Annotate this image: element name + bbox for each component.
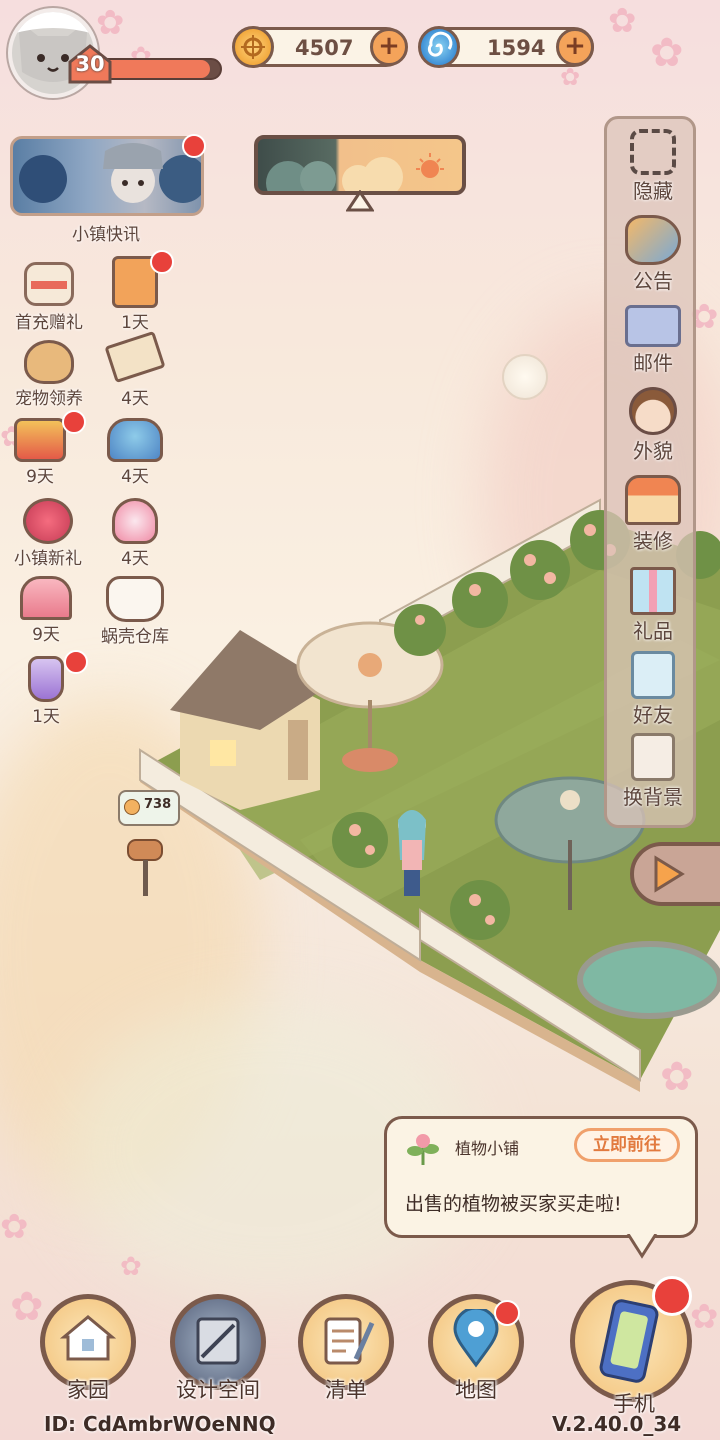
map-pin-icon: [453, 1309, 499, 1368]
event-label: 首充赠礼: [15, 313, 83, 333]
notice-title: 植物小铺: [455, 1139, 520, 1158]
event-label: 小镇新礼: [14, 549, 82, 569]
level-badge: 30: [66, 44, 114, 84]
mailbox-icon[interactable]: [124, 834, 168, 900]
side-label: 邮件: [633, 351, 673, 375]
coin-small-icon: [124, 799, 140, 815]
side-hide[interactable]: 隐藏: [607, 129, 699, 204]
expand-arrow-button[interactable]: [630, 842, 720, 906]
event-pink-bow[interactable]: 9天: [4, 576, 88, 645]
mailbox-count: 738: [144, 797, 172, 812]
event-label: 4天: [121, 389, 149, 409]
event-label: 1天: [121, 313, 149, 333]
home-icon: [59, 1315, 117, 1361]
mailbox-count-bubble[interactable]: 738: [118, 790, 180, 826]
level-number: 30: [75, 52, 105, 76]
sprout-flower-icon: [407, 1134, 439, 1165]
light-orb[interactable]: [502, 354, 548, 400]
bugle-horn-icon: [14, 418, 66, 462]
event-label: 宠物领养: [15, 389, 83, 409]
gift-box-icon: [630, 567, 676, 615]
event-label: 1天: [32, 707, 60, 727]
side-mail[interactable]: 邮件: [607, 305, 699, 376]
notice-pointer-icon: [626, 1234, 658, 1259]
gift-letter-icon: [24, 262, 74, 306]
add-shells-button[interactable]: +: [556, 28, 594, 66]
dog-face-icon: [24, 340, 74, 384]
event-label: 9天: [26, 467, 54, 487]
background-change-icon: [631, 733, 675, 781]
design-ruler-icon: [196, 1317, 240, 1365]
nav-label: 地图: [455, 1378, 497, 1402]
event-alert-badge: [150, 250, 174, 274]
potion-bottle-icon: [28, 656, 64, 702]
side-decorate[interactable]: 装修: [607, 475, 699, 554]
flower-cake-icon: [107, 418, 163, 462]
phone-alert-badge: [652, 1276, 692, 1316]
side-label: 礼品: [633, 619, 673, 643]
megaphone-icon: [625, 215, 681, 265]
house-wrench-icon: [625, 475, 681, 525]
xp-fill: [98, 60, 211, 78]
side-label: 换背景: [623, 785, 683, 809]
go-now-button[interactable]: 立即前往: [574, 1128, 680, 1162]
xp-bar: [96, 58, 222, 80]
play-arrow-icon: [654, 855, 685, 893]
spiral-shell-icon: [418, 26, 460, 68]
side-gifts[interactable]: 礼品: [607, 567, 699, 644]
face-icon: [629, 387, 677, 435]
hide-frame-icon: [630, 129, 676, 175]
nav-label: 家园: [67, 1378, 109, 1402]
weather-widget[interactable]: [254, 135, 466, 195]
side-label: 好友: [633, 703, 673, 727]
coin-icon: [232, 26, 274, 68]
news-alert-badge: [182, 134, 206, 158]
side-label: 公告: [633, 269, 673, 293]
event-first-charge[interactable]: 首充赠礼: [4, 262, 94, 333]
event-letter[interactable]: 4天: [90, 330, 180, 409]
news-label: 小镇快讯: [72, 225, 140, 245]
version-text: V.2.40.0_34: [552, 1412, 682, 1436]
player-id: ID: CdAmbrWOeNNQ: [44, 1412, 276, 1436]
side-announcement[interactable]: 公告: [607, 215, 699, 294]
side-label: 装修: [633, 529, 673, 553]
pink-bow-icon: [20, 576, 72, 620]
notice-message: 出售的植物被买家买走啦!: [405, 1193, 622, 1215]
event-label: 9天: [32, 625, 60, 645]
letter-quill-icon: [104, 330, 166, 384]
coin-value: 4507: [295, 36, 354, 60]
event-alert-badge: [62, 410, 86, 434]
rose-badge-icon: [23, 498, 73, 544]
nav-label: 设计空间: [176, 1378, 260, 1402]
event-alert-badge: [64, 650, 88, 674]
event-pet-adopt[interactable]: 宠物领养: [4, 340, 94, 409]
side-friends[interactable]: 好友: [607, 651, 699, 728]
friend-book-icon: [631, 651, 675, 699]
news-illustration-icon: [19, 143, 201, 203]
side-change-background[interactable]: 换背景: [607, 733, 699, 810]
list-quill-icon: [324, 1317, 375, 1365]
side-label: 隐藏: [633, 179, 673, 203]
add-coins-button[interactable]: +: [370, 28, 408, 66]
side-appearance[interactable]: 外貌: [607, 387, 699, 464]
pond: [577, 941, 720, 1019]
nav-label: 清单: [325, 1378, 367, 1402]
mail-icon: [625, 305, 681, 347]
cloud-sun-icon: [266, 153, 444, 191]
event-town-gift[interactable]: 小镇新礼: [0, 498, 96, 569]
weather-pointer-icon: [346, 190, 374, 212]
map-alert-badge: [494, 1300, 520, 1326]
side-menu-panel: 隐藏 公告 邮件 外貌 装修 礼品 好友 换背景: [604, 116, 696, 828]
side-label: 外貌: [633, 439, 673, 463]
town-news-card[interactable]: [10, 136, 204, 216]
shell-value: 1594: [487, 36, 546, 60]
